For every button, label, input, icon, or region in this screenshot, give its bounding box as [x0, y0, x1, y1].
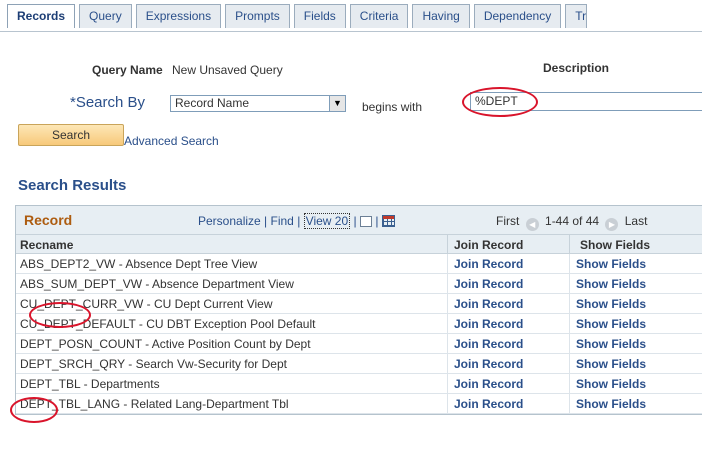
table-row: ABS_DEPT2_VW - Absence Dept Tree View Jo…: [16, 254, 702, 274]
range-label: 1-44 of 44: [545, 214, 600, 228]
separator: |: [297, 214, 301, 228]
find-link[interactable]: Find: [271, 214, 294, 228]
recname-cell: DEPT_TBL - Departments: [20, 377, 160, 391]
chevron-down-icon[interactable]: ▼: [329, 96, 345, 111]
query-name-label: Query Name: [92, 63, 163, 77]
next-arrow-icon[interactable]: ▶: [605, 218, 619, 231]
search-button[interactable]: Search: [18, 124, 124, 146]
advanced-search-link[interactable]: Advanced Search: [124, 134, 219, 148]
tab-dependency[interactable]: Dependency: [473, 4, 562, 28]
grid-navigation: First ◀ 1-44 of 44 ▶ Last: [496, 214, 647, 231]
table-row: DEPT_POSN_COUNT - Active Position Count …: [16, 334, 702, 354]
table-row: DEPT_SRCH_QRY - Search Vw-Security for D…: [16, 354, 702, 374]
grid-header: Record Personalize | Find | View 20 | | …: [16, 206, 702, 235]
join-record-link[interactable]: Join Record: [454, 337, 523, 351]
search-by-value: Record Name: [175, 96, 250, 110]
join-record-link[interactable]: Join Record: [454, 317, 523, 331]
show-fields-link[interactable]: Show Fields: [576, 297, 646, 311]
separator: |: [353, 214, 357, 228]
show-fields-link[interactable]: Show Fields: [576, 317, 646, 331]
query-name-value: New Unsaved Query: [172, 63, 283, 77]
tab-query[interactable]: Query: [79, 4, 132, 28]
separator: |: [375, 214, 379, 228]
last-link[interactable]: Last: [625, 214, 648, 228]
grid-title: Record: [24, 212, 73, 228]
show-fields-link[interactable]: Show Fields: [576, 337, 646, 351]
join-record-link[interactable]: Join Record: [454, 277, 523, 291]
col-recname[interactable]: Recname: [20, 238, 73, 252]
join-record-link[interactable]: Join Record: [454, 397, 523, 411]
join-record-link[interactable]: Join Record: [454, 297, 523, 311]
join-record-link[interactable]: Join Record: [454, 377, 523, 391]
annotation-circle: [29, 302, 91, 328]
table-row: CU_DEPT_DEFAULT - CU DBT Exception Pool …: [16, 314, 702, 334]
separator: |: [264, 214, 268, 228]
recname-cell: DEPT_SRCH_QRY - Search Vw-Security for D…: [20, 357, 287, 371]
personalize-link[interactable]: Personalize: [198, 214, 261, 228]
join-record-link[interactable]: Join Record: [454, 257, 523, 271]
join-record-link[interactable]: Join Record: [454, 357, 523, 371]
recname-cell: ABS_DEPT2_VW - Absence Dept Tree View: [20, 257, 258, 271]
prev-arrow-icon[interactable]: ◀: [525, 218, 539, 231]
grid-rows: ABS_DEPT2_VW - Absence Dept Tree View Jo…: [16, 254, 702, 414]
tab-transformations[interactable]: Tr: [565, 4, 588, 28]
download-grid-icon[interactable]: [381, 215, 395, 227]
search-by-select[interactable]: Record Name ▼: [170, 95, 346, 112]
column-headers: Recname Join Record Show Fields: [16, 235, 702, 254]
show-fields-link[interactable]: Show Fields: [576, 277, 646, 291]
first-link[interactable]: First: [496, 214, 519, 228]
tab-criteria[interactable]: Criteria: [349, 4, 409, 28]
recname-cell: DEPT_POSN_COUNT - Active Position Count …: [20, 337, 311, 351]
show-fields-link[interactable]: Show Fields: [576, 257, 646, 271]
tab-having[interactable]: Having: [412, 4, 470, 28]
table-row: ABS_SUM_DEPT_VW - Absence Department Vie…: [16, 274, 702, 294]
search-results-title: Search Results: [18, 177, 127, 194]
view-all-link[interactable]: View 20: [303, 213, 351, 229]
show-fields-link[interactable]: Show Fields: [576, 377, 646, 391]
description-label: Description: [543, 61, 610, 75]
recname-cell: DEPT_TBL_LANG - Related Lang-Department …: [20, 397, 289, 411]
table-row: DEPT_TBL - Departments Join Record Show …: [16, 374, 702, 394]
tab-bar: Records Query Expressions Prompts Fields…: [0, 0, 702, 32]
recname-cell: ABS_SUM_DEPT_VW - Absence Department Vie…: [20, 277, 294, 291]
show-fields-link[interactable]: Show Fields: [576, 357, 646, 371]
show-fields-link[interactable]: Show Fields: [576, 397, 646, 411]
results-grid: Record Personalize | Find | View 20 | | …: [15, 205, 702, 415]
operator-label: begins with: [362, 100, 423, 114]
table-row: DEPT_TBL_LANG - Related Lang-Department …: [16, 394, 702, 414]
new-window-icon[interactable]: [359, 216, 372, 227]
tab-prompts[interactable]: Prompts: [225, 4, 290, 28]
col-join-record: Join Record: [454, 238, 524, 252]
tabs: Records Query Expressions Prompts Fields…: [7, 4, 588, 28]
annotation-circle: [10, 397, 58, 423]
annotation-circle: [462, 87, 538, 117]
search-by-label: *Search By: [70, 94, 146, 111]
tab-expressions[interactable]: Expressions: [135, 4, 222, 28]
col-show-fields: Show Fields: [580, 238, 651, 252]
tab-records[interactable]: Records: [7, 4, 76, 28]
table-row: CU_DEPT_CURR_VW - CU Dept Current View J…: [16, 294, 702, 314]
grid-tools: Personalize | Find | View 20 | |: [198, 213, 395, 229]
tab-fields[interactable]: Fields: [293, 4, 346, 28]
